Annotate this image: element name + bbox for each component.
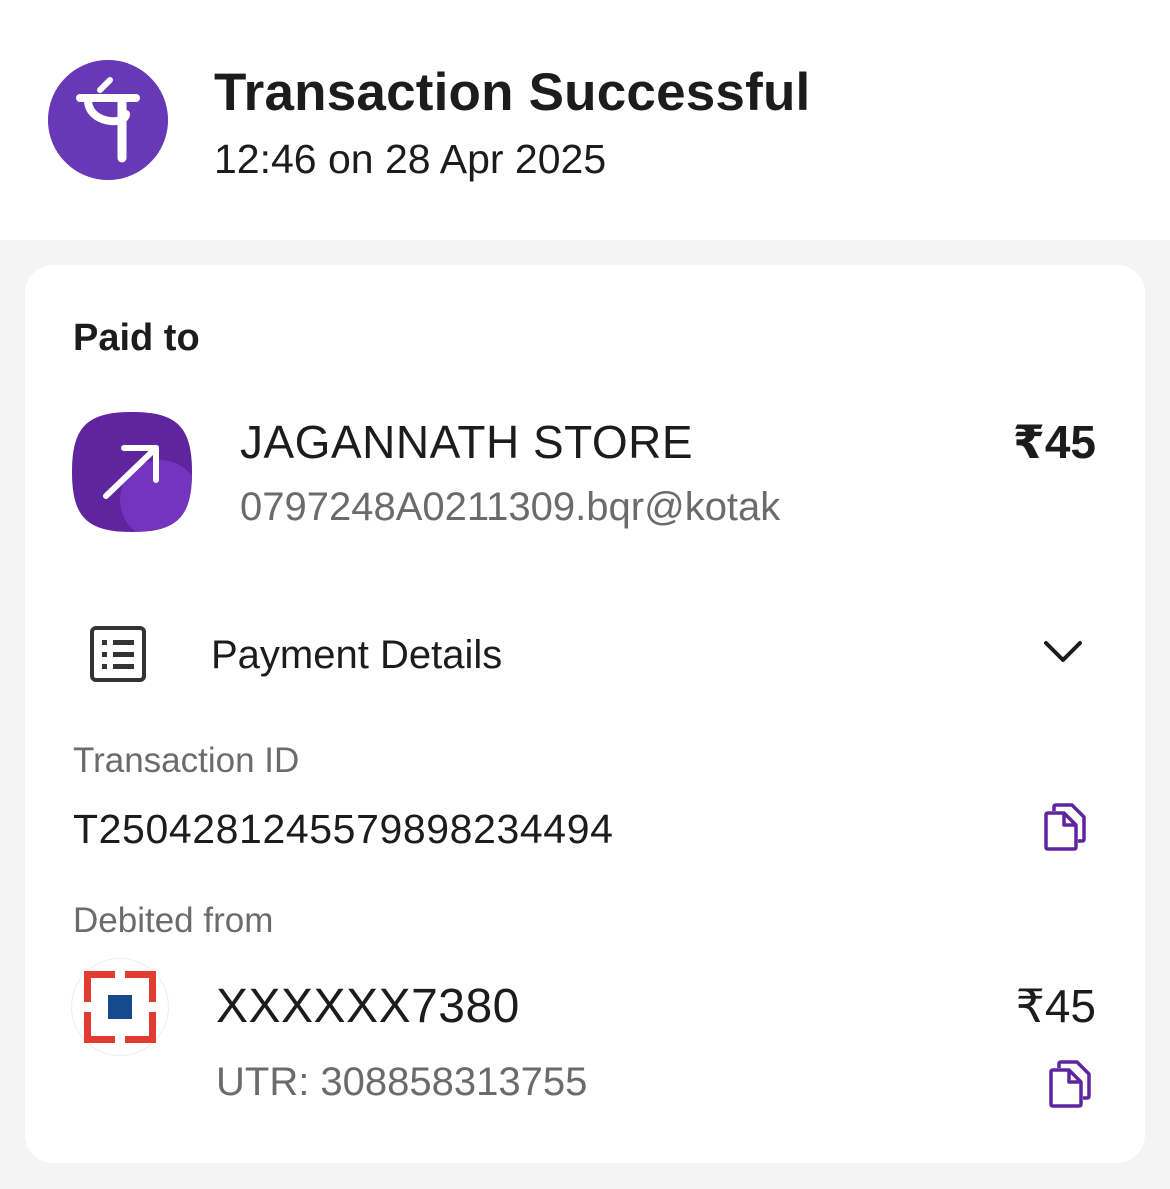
merchant-upi-id: 0797248A0211309.bqr@kotak <box>240 485 781 529</box>
paid-amount: ₹45 <box>1012 416 1096 468</box>
chevron-down-icon[interactable] <box>1041 637 1085 667</box>
debit-account-number: XXXXXX7380 <box>216 980 520 1033</box>
transaction-id-value: T2504281245579898234494 <box>73 806 614 852</box>
debited-from-label: Debited from <box>73 901 274 940</box>
merchant-name: JAGANNATH STORE <box>240 416 694 468</box>
transaction-id-label: Transaction ID <box>73 741 300 780</box>
copy-icon[interactable] <box>1047 1060 1093 1108</box>
transaction-timestamp: 12:46 on 28 Apr 2025 <box>214 136 607 182</box>
receipt-list-icon <box>89 625 147 683</box>
paid-to-label: Paid to <box>73 317 200 359</box>
hdfc-bank-logo-icon <box>72 959 168 1055</box>
debit-amount: ₹45 <box>1015 980 1096 1032</box>
phonepe-logo-icon <box>48 60 168 180</box>
utr-number: UTR: 308858313755 <box>216 1060 588 1104</box>
payment-details-toggle[interactable]: Payment Details <box>211 633 502 678</box>
transaction-header: Transaction Successful 12:46 on 28 Apr 2… <box>0 0 1170 240</box>
transaction-card: Paid to JAGANNATH STORE 0797248A0211309.… <box>25 265 1145 1163</box>
copy-icon[interactable] <box>1042 803 1088 851</box>
page-title: Transaction Successful <box>214 63 811 122</box>
arrow-up-right-icon <box>72 412 192 532</box>
